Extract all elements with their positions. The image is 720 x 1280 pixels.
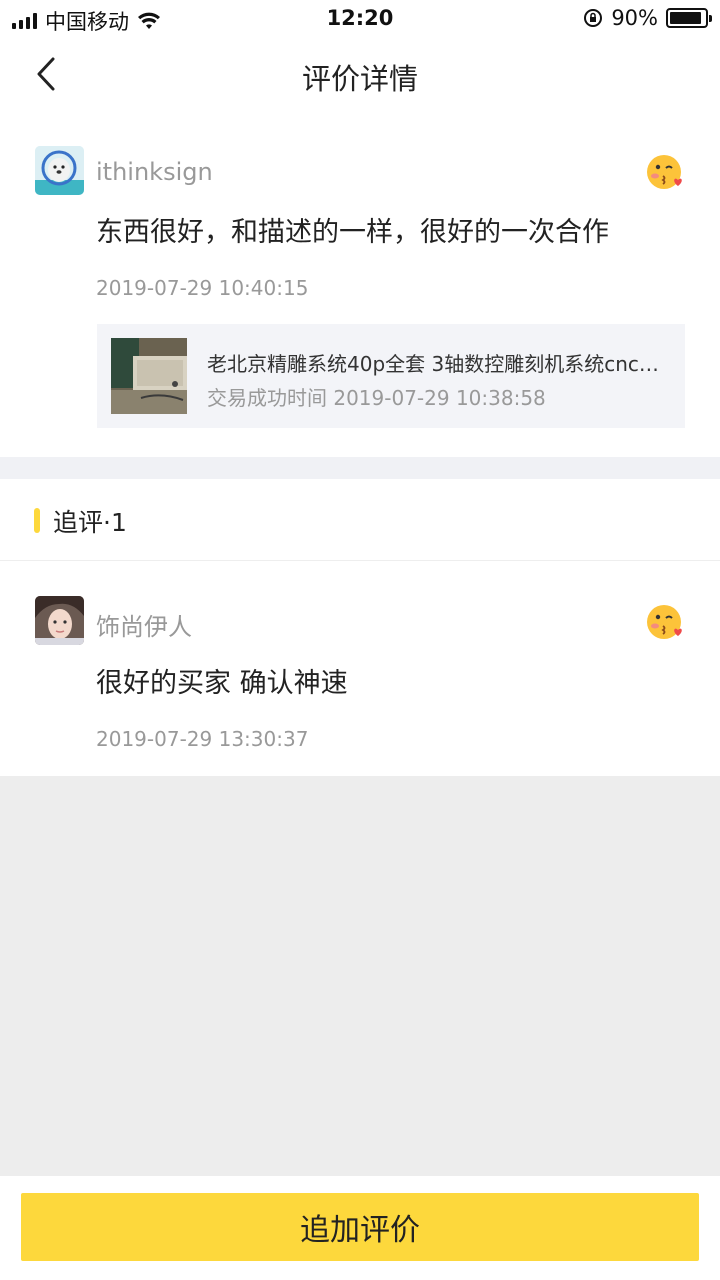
add-review-button[interactable]: 追加评价 [21, 1193, 699, 1261]
seal-avatar-icon [35, 146, 84, 195]
battery-icon [666, 8, 712, 28]
follow-up-timestamp: 2019-07-29 13:30:37 [96, 727, 309, 751]
rotation-lock-icon [584, 9, 603, 27]
product-title: 老北京精雕系统40p全套 3轴数控雕刻机系统cnc… [207, 352, 659, 376]
product-card[interactable]: 老北京精雕系统40p全套 3轴数控雕刻机系统cnc… 交易成功时间 2019-0… [97, 324, 685, 428]
section-accent-bar [34, 508, 40, 533]
nav-bar: 评价详情 [0, 38, 720, 114]
kiss-emoji-icon [644, 150, 688, 194]
review-timestamp: 2019-07-29 10:40:15 [96, 276, 309, 300]
follow-up-header: 追评·1 [0, 479, 720, 561]
follow-up-username[interactable]: 饰尚伊人 [96, 607, 192, 642]
section-divider [0, 457, 720, 479]
battery-percent: 90% [611, 6, 658, 30]
review-card: ithinksign 东西很好，和描述的一样，很好的一次合作 2019-07-2… [0, 114, 720, 457]
page-title: 评价详情 [301, 62, 418, 96]
user-photo-avatar-icon [35, 596, 84, 645]
status-right: 90% [583, 6, 712, 30]
follow-up-comment: 很好的买家 确认神速 [96, 668, 348, 699]
avatar[interactable] [35, 146, 84, 195]
bottom-bar: 追加评价 [0, 1176, 720, 1280]
follow-up-title: 追评·1 [53, 508, 127, 537]
avatar[interactable] [35, 596, 84, 645]
review-comment: 东西很好，和描述的一样，很好的一次合作 [96, 217, 609, 248]
kiss-emoji-icon [644, 600, 688, 644]
product-trade-time: 交易成功时间 2019-07-29 10:38:58 [207, 386, 546, 410]
product-thumbnail [111, 338, 187, 414]
battery-fill [670, 12, 701, 24]
status-bar: 中国移动 12:20 90% [0, 0, 720, 38]
follow-up-card: 追评·1 饰尚伊人 很好的买家 确认神速 2019-07-29 13:30:37 [0, 479, 720, 776]
reviewer-name[interactable]: ithinksign [96, 158, 213, 186]
